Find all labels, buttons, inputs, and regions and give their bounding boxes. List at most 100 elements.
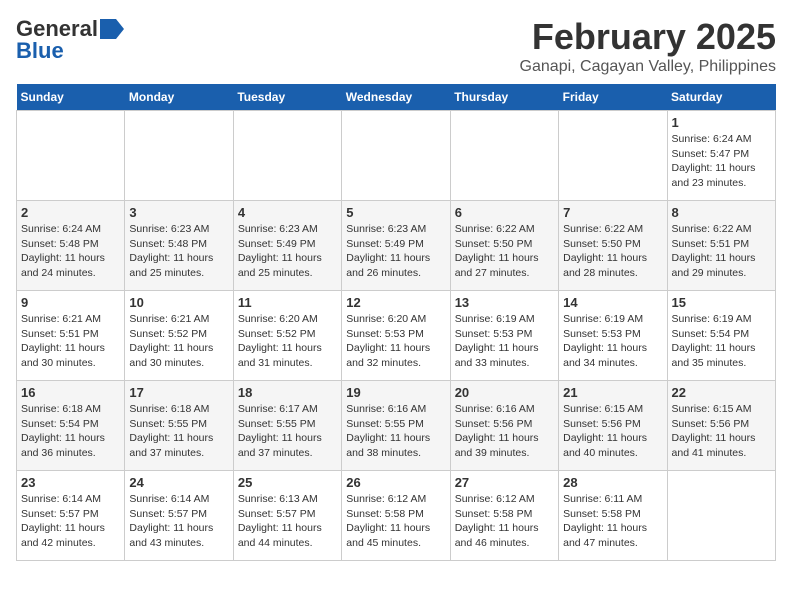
day-number: 26 bbox=[346, 475, 445, 490]
day-number: 7 bbox=[563, 205, 662, 220]
calendar-cell: 26 Sunrise: 6:12 AMSunset: 5:58 PMDayligh… bbox=[342, 471, 450, 561]
day-info: Sunrise: 6:19 AMSunset: 5:53 PMDaylight:… bbox=[563, 312, 662, 371]
calendar-cell: 12 Sunrise: 6:20 AMSunset: 5:53 PMDayligh… bbox=[342, 291, 450, 381]
location-title: Ganapi, Cagayan Valley, Philippines bbox=[520, 58, 776, 76]
day-info: Sunrise: 6:18 AMSunset: 5:55 PMDaylight:… bbox=[129, 402, 228, 461]
weekday-header-wednesday: Wednesday bbox=[342, 84, 450, 111]
calendar-cell: 19 Sunrise: 6:16 AMSunset: 5:55 PMDayligh… bbox=[342, 381, 450, 471]
day-info: Sunrise: 6:23 AMSunset: 5:48 PMDaylight:… bbox=[129, 222, 228, 281]
calendar-cell: 16 Sunrise: 6:18 AMSunset: 5:54 PMDayligh… bbox=[17, 381, 125, 471]
day-info: Sunrise: 6:12 AMSunset: 5:58 PMDaylight:… bbox=[346, 492, 445, 551]
day-info: Sunrise: 6:12 AMSunset: 5:58 PMDaylight:… bbox=[455, 492, 554, 551]
calendar-cell: 10 Sunrise: 6:21 AMSunset: 5:52 PMDayligh… bbox=[125, 291, 233, 381]
day-info: Sunrise: 6:24 AMSunset: 5:48 PMDaylight:… bbox=[21, 222, 120, 281]
calendar-cell: 22 Sunrise: 6:15 AMSunset: 5:56 PMDayligh… bbox=[667, 381, 775, 471]
day-info: Sunrise: 6:14 AMSunset: 5:57 PMDaylight:… bbox=[129, 492, 228, 551]
day-info: Sunrise: 6:19 AMSunset: 5:53 PMDaylight:… bbox=[455, 312, 554, 371]
calendar-cell: 2 Sunrise: 6:24 AMSunset: 5:48 PMDaylight… bbox=[17, 201, 125, 291]
day-info: Sunrise: 6:17 AMSunset: 5:55 PMDaylight:… bbox=[238, 402, 337, 461]
day-number: 25 bbox=[238, 475, 337, 490]
day-number: 16 bbox=[21, 385, 120, 400]
day-number: 8 bbox=[672, 205, 771, 220]
calendar-cell bbox=[17, 111, 125, 201]
calendar-cell: 21 Sunrise: 6:15 AMSunset: 5:56 PMDayligh… bbox=[559, 381, 667, 471]
calendar-week-row: 16 Sunrise: 6:18 AMSunset: 5:54 PMDayligh… bbox=[17, 381, 776, 471]
weekday-header-friday: Friday bbox=[559, 84, 667, 111]
weekday-header-monday: Monday bbox=[125, 84, 233, 111]
calendar-cell bbox=[342, 111, 450, 201]
day-number: 10 bbox=[129, 295, 228, 310]
day-number: 5 bbox=[346, 205, 445, 220]
weekday-header-sunday: Sunday bbox=[17, 84, 125, 111]
day-info: Sunrise: 6:14 AMSunset: 5:57 PMDaylight:… bbox=[21, 492, 120, 551]
day-number: 13 bbox=[455, 295, 554, 310]
day-number: 28 bbox=[563, 475, 662, 490]
day-info: Sunrise: 6:22 AMSunset: 5:51 PMDaylight:… bbox=[672, 222, 771, 281]
calendar-cell: 17 Sunrise: 6:18 AMSunset: 5:55 PMDayligh… bbox=[125, 381, 233, 471]
calendar-cell: 3Sunrise: 6:23 AMSunset: 5:48 PMDaylight… bbox=[125, 201, 233, 291]
day-info: Sunrise: 6:20 AMSunset: 5:52 PMDaylight:… bbox=[238, 312, 337, 371]
logo: General Blue bbox=[16, 16, 124, 64]
calendar-cell: 7Sunrise: 6:22 AMSunset: 5:50 PMDaylight… bbox=[559, 201, 667, 291]
month-title: February 2025 bbox=[520, 16, 776, 58]
calendar-cell: 4 Sunrise: 6:23 AMSunset: 5:49 PMDaylight… bbox=[233, 201, 341, 291]
day-number: 19 bbox=[346, 385, 445, 400]
day-info: Sunrise: 6:23 AMSunset: 5:49 PMDaylight:… bbox=[238, 222, 337, 281]
day-number: 21 bbox=[563, 385, 662, 400]
day-info: Sunrise: 6:16 AMSunset: 5:56 PMDaylight:… bbox=[455, 402, 554, 461]
calendar-cell bbox=[450, 111, 558, 201]
calendar-cell: 18Sunrise: 6:17 AMSunset: 5:55 PMDayligh… bbox=[233, 381, 341, 471]
calendar-cell: 27Sunrise: 6:12 AMSunset: 5:58 PMDayligh… bbox=[450, 471, 558, 561]
calendar-cell: 8 Sunrise: 6:22 AMSunset: 5:51 PMDaylight… bbox=[667, 201, 775, 291]
calendar-cell bbox=[667, 471, 775, 561]
calendar-cell bbox=[559, 111, 667, 201]
weekday-header-row: SundayMondayTuesdayWednesdayThursdayFrid… bbox=[17, 84, 776, 111]
day-number: 22 bbox=[672, 385, 771, 400]
day-number: 1 bbox=[672, 115, 771, 130]
calendar-cell: 5 Sunrise: 6:23 AMSunset: 5:49 PMDaylight… bbox=[342, 201, 450, 291]
day-info: Sunrise: 6:22 AMSunset: 5:50 PMDaylight:… bbox=[455, 222, 554, 281]
day-number: 11 bbox=[238, 295, 337, 310]
calendar-cell: 15 Sunrise: 6:19 AMSunset: 5:54 PMDayligh… bbox=[667, 291, 775, 381]
day-info: Sunrise: 6:20 AMSunset: 5:53 PMDaylight:… bbox=[346, 312, 445, 371]
calendar-cell: 6 Sunrise: 6:22 AMSunset: 5:50 PMDaylight… bbox=[450, 201, 558, 291]
day-number: 4 bbox=[238, 205, 337, 220]
calendar-week-row: 2 Sunrise: 6:24 AMSunset: 5:48 PMDaylight… bbox=[17, 201, 776, 291]
calendar-week-row: 1 Sunrise: 6:24 AMSunset: 5:47 PMDaylight… bbox=[17, 111, 776, 201]
day-info: Sunrise: 6:24 AMSunset: 5:47 PMDaylight:… bbox=[672, 132, 771, 191]
day-number: 12 bbox=[346, 295, 445, 310]
logo-flag-icon bbox=[100, 19, 124, 39]
day-info: Sunrise: 6:19 AMSunset: 5:54 PMDaylight:… bbox=[672, 312, 771, 371]
calendar-table: SundayMondayTuesdayWednesdayThursdayFrid… bbox=[16, 84, 776, 561]
calendar-week-row: 9 Sunrise: 6:21 AMSunset: 5:51 PMDaylight… bbox=[17, 291, 776, 381]
calendar-cell: 13 Sunrise: 6:19 AMSunset: 5:53 PMDayligh… bbox=[450, 291, 558, 381]
weekday-header-thursday: Thursday bbox=[450, 84, 558, 111]
page-header: General Blue February 2025 Ganapi, Cagay… bbox=[16, 16, 776, 76]
day-info: Sunrise: 6:15 AMSunset: 5:56 PMDaylight:… bbox=[672, 402, 771, 461]
calendar-cell: 24Sunrise: 6:14 AMSunset: 5:57 PMDayligh… bbox=[125, 471, 233, 561]
day-info: Sunrise: 6:16 AMSunset: 5:55 PMDaylight:… bbox=[346, 402, 445, 461]
day-number: 2 bbox=[21, 205, 120, 220]
day-info: Sunrise: 6:18 AMSunset: 5:54 PMDaylight:… bbox=[21, 402, 120, 461]
day-number: 6 bbox=[455, 205, 554, 220]
calendar-cell: 1 Sunrise: 6:24 AMSunset: 5:47 PMDaylight… bbox=[667, 111, 775, 201]
day-number: 20 bbox=[455, 385, 554, 400]
weekday-header-saturday: Saturday bbox=[667, 84, 775, 111]
title-area: February 2025 Ganapi, Cagayan Valley, Ph… bbox=[520, 16, 776, 76]
day-info: Sunrise: 6:23 AMSunset: 5:49 PMDaylight:… bbox=[346, 222, 445, 281]
day-number: 23 bbox=[21, 475, 120, 490]
day-info: Sunrise: 6:15 AMSunset: 5:56 PMDaylight:… bbox=[563, 402, 662, 461]
day-number: 9 bbox=[21, 295, 120, 310]
calendar-cell: 23 Sunrise: 6:14 AMSunset: 5:57 PMDayligh… bbox=[17, 471, 125, 561]
day-info: Sunrise: 6:21 AMSunset: 5:52 PMDaylight:… bbox=[129, 312, 228, 371]
calendar-week-row: 23 Sunrise: 6:14 AMSunset: 5:57 PMDayligh… bbox=[17, 471, 776, 561]
day-number: 17 bbox=[129, 385, 228, 400]
day-number: 15 bbox=[672, 295, 771, 310]
day-info: Sunrise: 6:13 AMSunset: 5:57 PMDaylight:… bbox=[238, 492, 337, 551]
calendar-cell: 25 Sunrise: 6:13 AMSunset: 5:57 PMDayligh… bbox=[233, 471, 341, 561]
day-info: Sunrise: 6:21 AMSunset: 5:51 PMDaylight:… bbox=[21, 312, 120, 371]
logo-blue-text: Blue bbox=[16, 38, 64, 64]
day-info: Sunrise: 6:11 AMSunset: 5:58 PMDaylight:… bbox=[563, 492, 662, 551]
calendar-cell: 14Sunrise: 6:19 AMSunset: 5:53 PMDayligh… bbox=[559, 291, 667, 381]
calendar-cell bbox=[125, 111, 233, 201]
